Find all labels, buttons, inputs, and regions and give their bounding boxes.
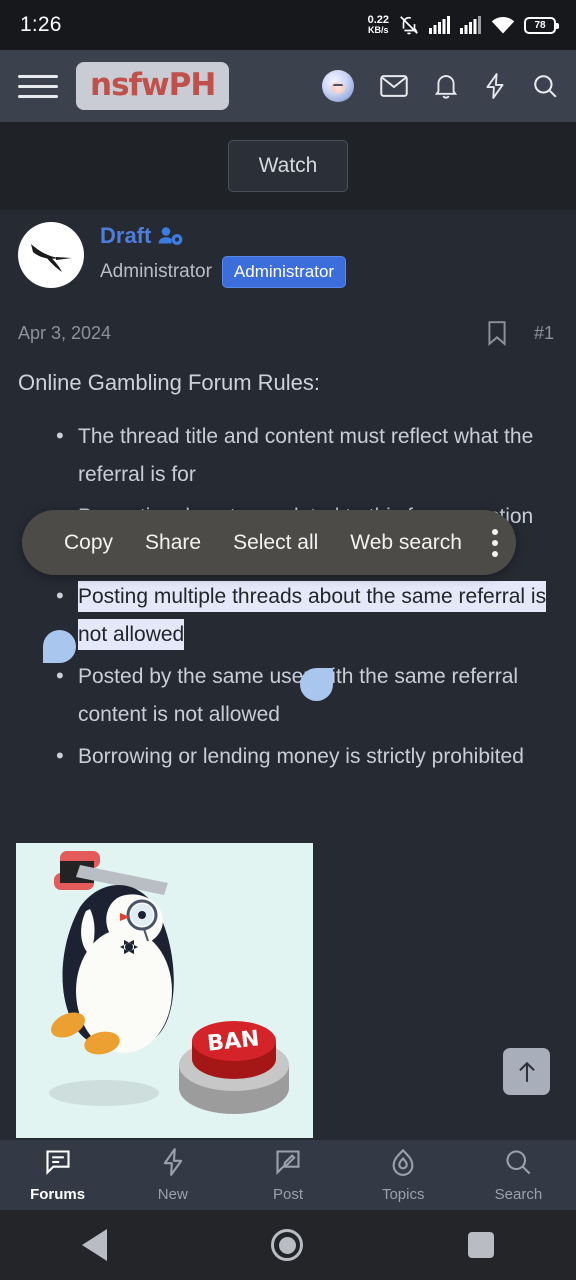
watch-button[interactable]: Watch: [227, 140, 349, 192]
app-header: nsfwPH: [0, 50, 576, 122]
arrow-up-icon: [518, 1061, 535, 1082]
author-title: Administrator: [100, 260, 212, 282]
penguin-ban-illustration-icon: BAN: [16, 843, 313, 1138]
post-attachment-image[interactable]: BAN: [16, 843, 313, 1138]
signal-sim1-icon: [429, 16, 450, 34]
avatar[interactable]: [322, 70, 354, 102]
bottom-nav-label: Post: [273, 1185, 304, 1203]
pencil-post-icon: [274, 1148, 302, 1181]
mail-icon[interactable]: [380, 75, 408, 97]
site-logo[interactable]: nsfwPH: [76, 62, 230, 110]
hamburger-menu-icon[interactable]: [18, 74, 58, 98]
scroll-to-top-button[interactable]: [503, 1048, 550, 1095]
selection-handle-start[interactable]: [43, 630, 76, 663]
bottom-nav-item-search[interactable]: Search: [461, 1148, 576, 1203]
bookmark-icon[interactable]: [486, 320, 508, 346]
selection-action-share[interactable]: Share: [129, 531, 217, 555]
post-container: Draft Administrator Administrator Apr 3,…: [0, 210, 576, 780]
wifi-icon: [491, 16, 515, 34]
post-date: Apr 3, 2024: [18, 322, 112, 343]
bottom-nav-label: Forums: [30, 1185, 86, 1203]
bottom-nav-label: Topics: [381, 1185, 425, 1203]
user-gear-icon: [158, 226, 183, 245]
author-name-row: Draft: [100, 223, 346, 249]
status-badge: Administrator: [221, 255, 347, 288]
text-selection-toolbar: Copy Share Select all Web search: [22, 510, 516, 575]
search-icon[interactable]: [532, 73, 558, 99]
post-meta-row: Apr 3, 2024 #1: [0, 298, 576, 346]
three-dot-overflow-icon[interactable]: [478, 528, 498, 557]
forums-icon: [44, 1148, 72, 1181]
bird-avatar-icon: [31, 244, 72, 272]
rule-text: Posted by the same user with the same re…: [78, 665, 519, 726]
network-speed-indicator: 0.22 KB/s: [368, 14, 389, 36]
bottom-nav-item-topics[interactable]: Topics: [346, 1148, 461, 1203]
signal-sim2-icon: [460, 16, 481, 34]
phone-screen: 1:26 0.22 KB/s 78 nsfwPH Watch Draft Adm…: [0, 0, 576, 1280]
recents-square-icon[interactable]: [467, 1232, 494, 1258]
lightning-icon[interactable]: [484, 73, 506, 99]
post-heading: Online Gambling Forum Rules:: [18, 370, 321, 395]
home-circle-icon[interactable]: [271, 1229, 304, 1261]
thread-actions-bar: Watch: [0, 122, 576, 210]
selection-handle-end[interactable]: [300, 668, 333, 701]
bottom-nav-item-forums[interactable]: Forums: [0, 1148, 115, 1203]
lightning-icon: [160, 1147, 186, 1181]
author-name[interactable]: Draft: [100, 223, 151, 249]
rule-item: Posted by the same user with the same re…: [18, 657, 558, 734]
status-bar-icons: 0.22 KB/s 78: [368, 14, 559, 36]
author-meta: Draft Administrator Administrator: [100, 223, 347, 288]
rule-text: Borrowing or lending money is strictly p…: [78, 745, 524, 768]
rule-text: Posting multiple threads about the same …: [78, 581, 547, 650]
header-icon-group: [322, 70, 558, 102]
flame-icon: [390, 1148, 416, 1181]
bottom-nav-item-new[interactable]: New: [115, 1147, 230, 1203]
rule-item: Posting multiple threads about the same …: [18, 577, 558, 654]
mute-bell-icon: [400, 16, 418, 35]
post-number[interactable]: #1: [534, 323, 554, 344]
search-icon: [504, 1148, 532, 1181]
battery-indicator: 78: [524, 16, 559, 34]
rules-list: The thread title and content must reflec…: [18, 417, 558, 776]
bottom-nav-label: New: [157, 1185, 188, 1203]
rule-item: Borrowing or lending money is strictly p…: [18, 737, 558, 776]
selection-action-copy[interactable]: Copy: [48, 531, 129, 555]
author-avatar[interactable]: [18, 222, 84, 288]
bottom-nav-label: Search: [494, 1185, 543, 1203]
rule-item: The thread title and content must reflec…: [18, 417, 558, 494]
status-bar-clock: 1:26: [20, 13, 62, 36]
bottom-nav-item-post[interactable]: Post: [230, 1148, 345, 1203]
bell-icon[interactable]: [434, 73, 458, 99]
selection-action-select-all[interactable]: Select all: [217, 531, 334, 555]
post-author-row: Draft Administrator Administrator: [0, 210, 576, 298]
battery-percent: 78: [534, 19, 546, 31]
network-speed-unit: KB/s: [368, 25, 389, 36]
rule-text: The thread title and content must reflec…: [78, 425, 534, 486]
status-bar: 1:26 0.22 KB/s 78: [0, 0, 576, 50]
post-meta-right: #1: [486, 320, 554, 346]
android-navigation-bar: [0, 1210, 576, 1280]
selection-action-web-search[interactable]: Web search: [334, 531, 478, 555]
back-triangle-icon[interactable]: [82, 1229, 108, 1261]
bottom-navigation-bar: Forums New Post Topics Search: [0, 1140, 576, 1210]
author-sub-row: Administrator Administrator: [100, 255, 347, 288]
